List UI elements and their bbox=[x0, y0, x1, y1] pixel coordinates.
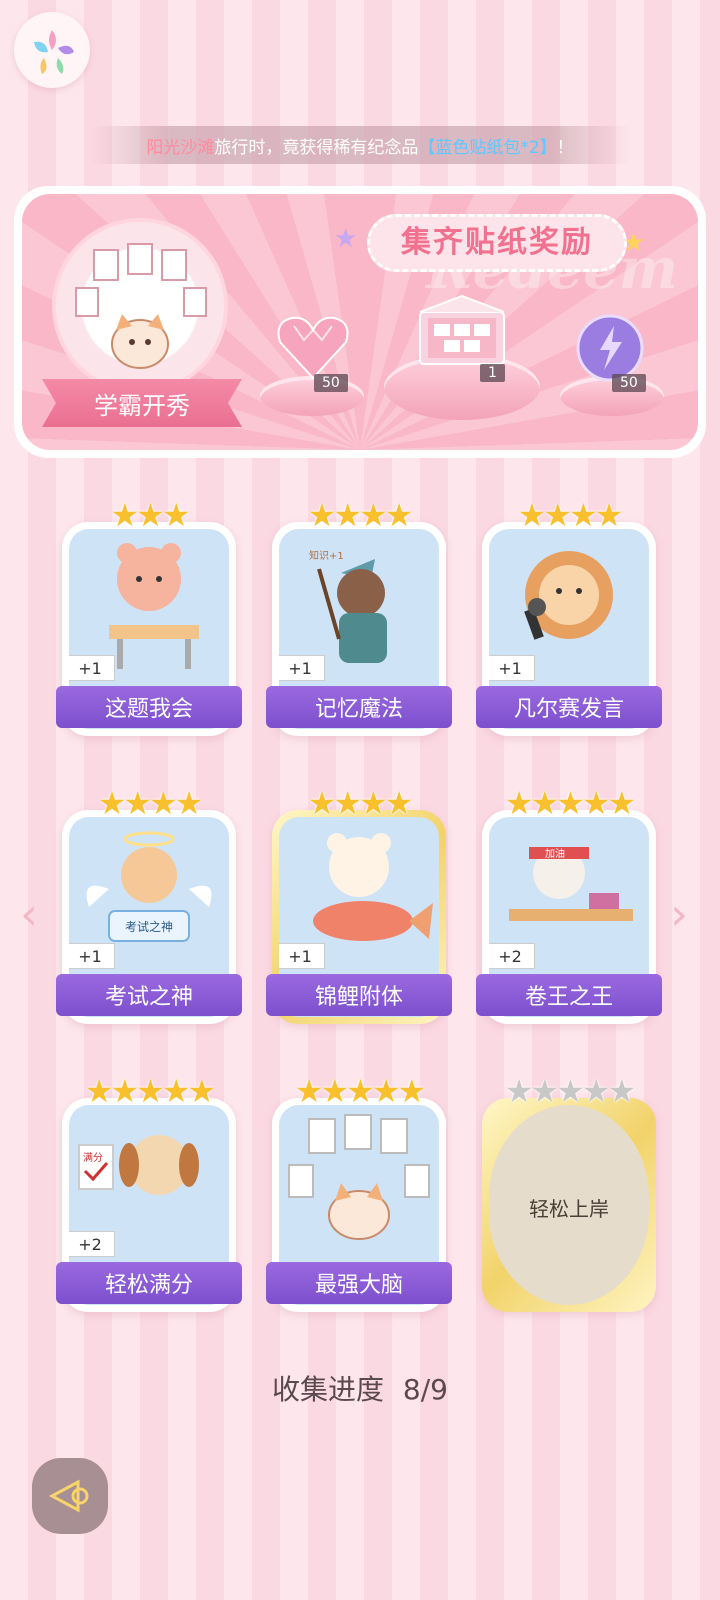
collection-name-ribbon: 学霸开秀 bbox=[42, 379, 242, 427]
app-logo-icon[interactable] bbox=[14, 12, 90, 88]
reward-banner: Redeem ★ ★ 集齐贴纸奖励 学霸开秀 bbox=[14, 186, 706, 458]
sticker-card[interactable]: ★★★★★ 最强大脑 bbox=[266, 1072, 452, 1312]
cat-documents-illustration bbox=[288, 1114, 430, 1240]
sticker-card[interactable]: ★★★★ +1 锦鲤附体 bbox=[266, 784, 452, 1024]
banner-title: 集齐贴纸奖励 bbox=[367, 214, 627, 272]
back-button[interactable] bbox=[32, 1458, 108, 1534]
svg-text:知识+1: 知识+1 bbox=[309, 549, 344, 562]
sticker-name: 最强大脑 bbox=[266, 1262, 452, 1304]
sticker-name: 这题我会 bbox=[56, 686, 242, 728]
news-ticker: 阳光沙滩 旅行时，竟获得稀有纪念品 【蓝色贴纸包*2】 ！ bbox=[90, 126, 630, 164]
sticker-card[interactable]: ★★★★★ 满分 +2 轻松满分 bbox=[56, 1072, 242, 1312]
reward-count: 50 bbox=[612, 374, 646, 392]
chevron-left-icon[interactable]: ‹ bbox=[14, 893, 44, 937]
chevron-right-icon[interactable]: › bbox=[664, 893, 694, 937]
ticker-end: ！ bbox=[556, 137, 574, 158]
sticker-name: 卷王之王 bbox=[476, 974, 662, 1016]
ticker-location: 阳光沙滩 bbox=[146, 137, 215, 158]
bonus-tag: +1 bbox=[279, 943, 325, 969]
collection-progress: 收集进度 8/9 bbox=[0, 1368, 720, 1408]
svg-text:考试之神: 考试之神 bbox=[125, 919, 173, 934]
bonus-tag: +1 bbox=[489, 655, 535, 681]
bonus-tag: +2 bbox=[69, 1231, 115, 1257]
progress-value: 8/9 bbox=[402, 1373, 448, 1406]
bonus-tag: +2 bbox=[489, 943, 535, 969]
progress-label: 收集进度 bbox=[272, 1373, 385, 1406]
bonus-tag: +1 bbox=[279, 655, 325, 681]
collection-badge[interactable] bbox=[52, 218, 228, 394]
reward-count: 1 bbox=[480, 364, 505, 382]
sticker-name: 考试之神 bbox=[56, 974, 242, 1016]
sticker-card-locked[interactable]: ★★★★★ 轻松上岸 bbox=[482, 1072, 656, 1312]
sticker-name: 轻松上岸 bbox=[529, 1197, 609, 1221]
sticker-card[interactable]: ★★★★ 知识+1 +1 记忆魔法 bbox=[266, 496, 452, 736]
sticker-card[interactable]: ★★★★ 考试之神 +1 考试之神 bbox=[56, 784, 242, 1024]
sticker-card[interactable]: ★★★★★ 加油 +2 卷王之王 bbox=[476, 784, 662, 1024]
bonus-tag: +1 bbox=[69, 655, 115, 681]
sticker-name: 凡尔赛发言 bbox=[476, 686, 662, 728]
sticker-card[interactable]: ★★★★ +1 凡尔赛发言 bbox=[476, 496, 662, 736]
ticker-text: 旅行时，竟获得稀有纪念品 bbox=[214, 137, 419, 158]
sticker-name: 轻松满分 bbox=[56, 1262, 242, 1304]
sticker-card[interactable]: ★★★ +1 这题我会 bbox=[56, 496, 242, 736]
sticker-name: 记忆魔法 bbox=[266, 686, 452, 728]
back-arrow-icon bbox=[48, 1479, 89, 1513]
reward-count: 50 bbox=[314, 374, 348, 392]
svg-text:加油: 加油 bbox=[545, 847, 565, 860]
ticker-item: 【蓝色贴纸包*2】 bbox=[418, 137, 557, 158]
star-sparkle-icon: ★ bbox=[334, 224, 358, 254]
svg-text:满分: 满分 bbox=[83, 1152, 103, 1164]
cat-documents-illustration bbox=[75, 243, 207, 369]
bonus-tag: +1 bbox=[69, 943, 115, 969]
sticker-name: 锦鲤附体 bbox=[266, 974, 452, 1016]
